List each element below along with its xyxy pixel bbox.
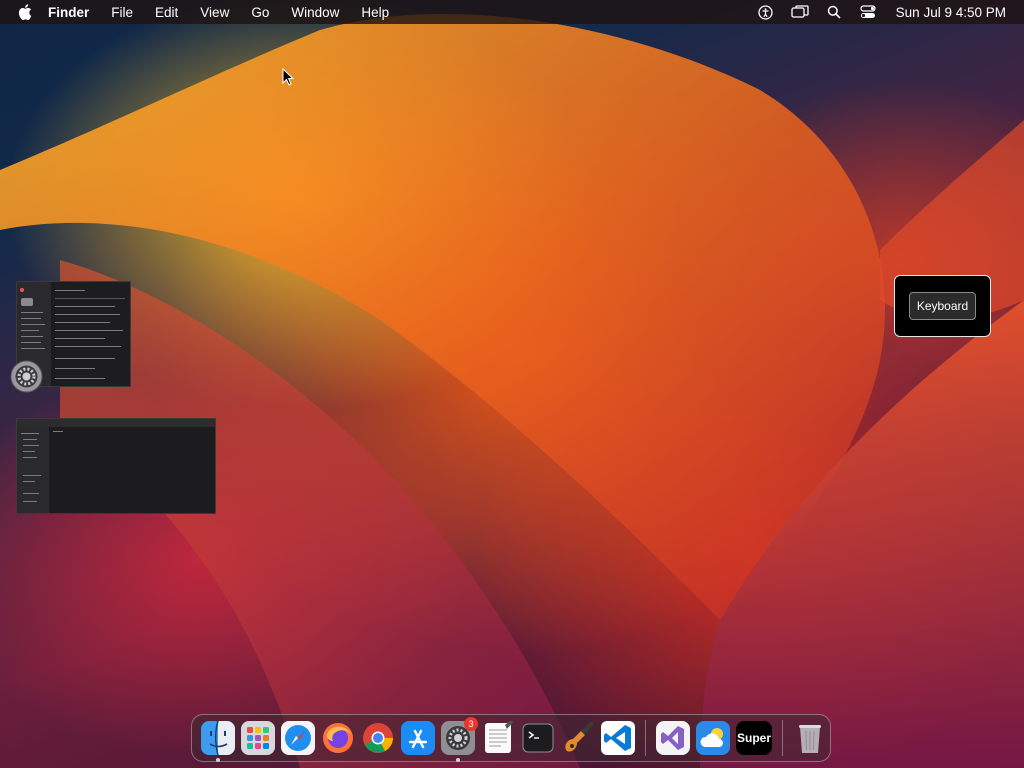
running-indicator [216, 758, 220, 762]
system-settings-app-icon [10, 360, 43, 393]
thumbnail-line [23, 445, 39, 446]
garageband-icon [565, 721, 594, 752]
safari-icon [281, 721, 315, 755]
finder-icon [201, 721, 235, 755]
super-icon: Super [736, 731, 771, 745]
thumbnail-line [55, 298, 125, 299]
trash-icon [799, 725, 821, 753]
thumbnail-line [21, 336, 43, 337]
app-store-icon [401, 721, 435, 755]
apple-menu-icon[interactable] [16, 3, 34, 21]
dock-super[interactable]: Super [735, 721, 773, 755]
dock-garageband[interactable] [561, 721, 595, 755]
thumbnail-line [55, 338, 105, 339]
dock-textedit[interactable] [481, 721, 515, 755]
accessibility-icon[interactable] [756, 4, 776, 20]
thumbnail-line [21, 330, 39, 331]
thumbnail-line [21, 312, 43, 313]
thumbnail-line [55, 290, 85, 291]
menu-go[interactable]: Go [251, 5, 269, 20]
thumbnail-line [23, 475, 41, 476]
keyboard-shortcut-overlay: Keyboard [894, 275, 991, 337]
thumbnail-line [55, 306, 115, 307]
thumbnail-line [53, 431, 63, 432]
dock-chrome[interactable] [361, 721, 395, 755]
menu-window[interactable]: Window [291, 5, 339, 20]
thumbnail-titlebar [17, 419, 215, 427]
dock-vscode[interactable] [601, 721, 635, 755]
notification-badge: 3 [464, 717, 478, 731]
thumbnail-line [55, 322, 110, 323]
thumbnail-avatar [21, 298, 33, 306]
thumbnail-line [23, 451, 35, 452]
thumbnail-line [21, 324, 45, 325]
weather-icon [695, 721, 730, 755]
thumbnail-line [23, 457, 37, 458]
dock-weather[interactable] [695, 721, 730, 755]
launchpad-icon [241, 721, 275, 755]
menu-bar: Finder File Edit View Go Window Help Sun… [0, 0, 1024, 24]
thumbnail-line [55, 346, 121, 347]
mouse-cursor-icon [282, 67, 295, 91]
menu-file[interactable]: File [111, 5, 133, 20]
dock-separator [645, 720, 646, 756]
menu-bar-clock[interactable]: Sun Jul 9 4:50 PM [896, 5, 1006, 20]
control-center-icon[interactable] [858, 4, 878, 20]
thumbnail-line [21, 433, 39, 434]
screen-mirroring-icon[interactable] [790, 4, 810, 20]
dock-system-settings[interactable]: 3 [441, 717, 478, 762]
textedit-icon [485, 721, 513, 753]
thumbnail-line [55, 368, 95, 369]
thumbnail-line [21, 348, 45, 349]
chrome-icon [363, 723, 393, 753]
dock-app-store[interactable] [401, 721, 435, 755]
dock-visual-studio[interactable] [655, 721, 690, 755]
keyboard-key-label: Keyboard [908, 292, 977, 320]
thumbnail-line [55, 378, 105, 379]
dock-launchpad[interactable] [241, 721, 275, 755]
dock-trash[interactable] [793, 721, 827, 755]
spotlight-search-icon[interactable] [824, 4, 844, 20]
menu-view[interactable]: View [200, 5, 229, 20]
thumbnail-line [21, 318, 41, 319]
desktop-wallpaper[interactable] [0, 0, 1024, 768]
terminal-icon [522, 723, 554, 753]
thumbnail-line [23, 481, 35, 482]
dock-terminal[interactable] [521, 721, 555, 755]
visual-studio-icon [655, 721, 690, 755]
thumbnail-line [21, 342, 41, 343]
thumbnail-line [55, 330, 123, 331]
menu-bar-status-area: Sun Jul 9 4:50 PM [742, 0, 1006, 24]
dock-safari[interactable] [281, 721, 315, 755]
running-indicator [456, 758, 460, 762]
menu-app-name[interactable]: Finder [48, 5, 89, 20]
menu-help[interactable]: Help [361, 5, 389, 20]
dock-separator [782, 720, 783, 756]
dock-firefox[interactable] [321, 721, 355, 755]
thumbnail-line [55, 358, 115, 359]
thumbnail-line [55, 314, 120, 315]
firefox-icon [323, 723, 353, 753]
thumbnail-line [23, 493, 39, 494]
thumbnail-line [23, 501, 37, 502]
dock-finder[interactable] [201, 721, 235, 762]
menu-edit[interactable]: Edit [155, 5, 178, 20]
thumbnail-line [23, 439, 37, 440]
thumbnail-window-control [20, 288, 24, 292]
vscode-icon [601, 721, 635, 755]
window-thumbnail-editor[interactable] [16, 418, 216, 514]
dock: 3 Super [191, 714, 831, 762]
